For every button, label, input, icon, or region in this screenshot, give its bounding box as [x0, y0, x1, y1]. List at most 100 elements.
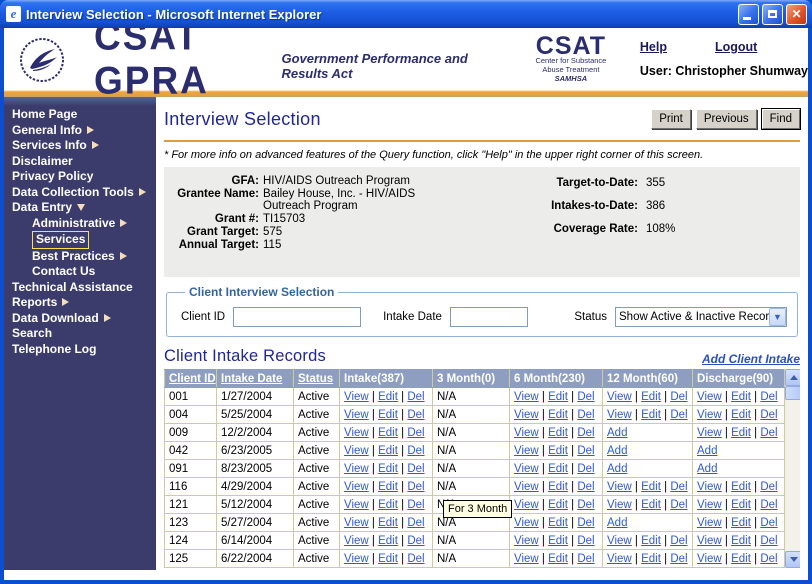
del-link[interactable]: Del — [407, 481, 424, 493]
del-link[interactable]: Del — [577, 445, 594, 457]
column-header-client-id[interactable]: Client ID — [164, 369, 217, 388]
del-link[interactable]: Del — [577, 391, 594, 403]
chevron-down-icon[interactable]: ▼ — [769, 308, 786, 326]
view-link[interactable]: View — [344, 553, 369, 565]
sidebar-item-general-info[interactable]: General Info — [4, 123, 156, 139]
del-link[interactable]: Del — [760, 427, 777, 439]
table-scrollbar[interactable] — [785, 369, 800, 568]
sidebar-item-search[interactable]: Search — [4, 326, 156, 342]
close-button[interactable]: ✕ — [786, 3, 807, 25]
view-link[interactable]: View — [697, 553, 722, 565]
maximize-button[interactable] — [762, 3, 783, 25]
sidebar-item-technical-assistance[interactable]: Technical Assistance — [4, 280, 156, 296]
del-link[interactable]: Del — [577, 481, 594, 493]
intake-date-input[interactable] — [449, 307, 528, 327]
add-link[interactable]: Add — [607, 517, 627, 529]
view-link[interactable]: View — [607, 391, 632, 403]
edit-link[interactable]: Edit — [548, 499, 568, 511]
sidebar-item-home-page[interactable]: Home Page — [4, 107, 156, 123]
del-link[interactable]: Del — [407, 427, 424, 439]
del-link[interactable]: Del — [407, 409, 424, 421]
edit-link[interactable]: Edit — [731, 517, 751, 529]
view-link[interactable]: View — [514, 553, 539, 565]
edit-link[interactable]: Edit — [641, 535, 661, 547]
sidebar-item-privacy-policy[interactable]: Privacy Policy — [4, 169, 156, 185]
view-link[interactable]: View — [607, 481, 632, 493]
del-link[interactable]: Del — [577, 553, 594, 565]
edit-link[interactable]: Edit — [378, 481, 398, 493]
edit-link[interactable]: Edit — [731, 535, 751, 547]
edit-link[interactable]: Edit — [378, 535, 398, 547]
edit-link[interactable]: Edit — [378, 553, 398, 565]
del-link[interactable]: Del — [577, 517, 594, 529]
view-link[interactable]: View — [344, 481, 369, 493]
column-header-intake-date[interactable]: Intake Date — [216, 369, 294, 388]
edit-link[interactable]: Edit — [378, 445, 398, 457]
status-select[interactable]: Show Active & Inactive Records ▼ — [615, 307, 787, 327]
edit-link[interactable]: Edit — [641, 409, 661, 421]
view-link[interactable]: View — [697, 409, 722, 421]
scroll-down-button[interactable] — [785, 551, 800, 568]
help-link[interactable]: Help — [640, 40, 667, 54]
view-link[interactable]: View — [344, 499, 369, 511]
edit-link[interactable]: Edit — [731, 427, 751, 439]
logout-link[interactable]: Logout — [715, 40, 757, 54]
del-link[interactable]: Del — [577, 499, 594, 511]
del-link[interactable]: Del — [407, 445, 424, 457]
del-link[interactable]: Del — [760, 535, 777, 547]
del-link[interactable]: Del — [760, 553, 777, 565]
sidebar-item-services-info[interactable]: Services Info — [4, 138, 156, 154]
sidebar-item-telephone-log[interactable]: Telephone Log — [4, 342, 156, 358]
view-link[interactable]: View — [514, 481, 539, 493]
view-link[interactable]: View — [344, 463, 369, 475]
view-link[interactable]: View — [607, 535, 632, 547]
edit-link[interactable]: Edit — [548, 517, 568, 529]
sidebar-item-services[interactable]: Services — [4, 231, 156, 249]
edit-link[interactable]: Edit — [731, 481, 751, 493]
del-link[interactable]: Del — [670, 391, 687, 403]
view-link[interactable]: View — [344, 535, 369, 547]
view-link[interactable]: View — [514, 391, 539, 403]
del-link[interactable]: Del — [407, 535, 424, 547]
del-link[interactable]: Del — [577, 463, 594, 475]
client-id-input[interactable] — [233, 307, 362, 327]
view-link[interactable]: View — [697, 499, 722, 511]
window-titlebar[interactable]: e Interview Selection - Microsoft Intern… — [0, 0, 812, 28]
del-link[interactable]: Del — [577, 427, 594, 439]
edit-link[interactable]: Edit — [731, 553, 751, 565]
del-link[interactable]: Del — [407, 553, 424, 565]
view-link[interactable]: View — [344, 445, 369, 457]
column-header-status[interactable]: Status — [293, 369, 340, 388]
sidebar-item-disclaimer[interactable]: Disclaimer — [4, 154, 156, 170]
del-link[interactable]: Del — [407, 391, 424, 403]
view-link[interactable]: View — [697, 391, 722, 403]
edit-link[interactable]: Edit — [548, 391, 568, 403]
view-link[interactable]: View — [514, 517, 539, 529]
edit-link[interactable]: Edit — [641, 499, 661, 511]
del-link[interactable]: Del — [760, 481, 777, 493]
view-link[interactable]: View — [697, 535, 722, 547]
edit-link[interactable]: Edit — [731, 499, 751, 511]
del-link[interactable]: Del — [670, 499, 687, 511]
edit-link[interactable]: Edit — [378, 427, 398, 439]
edit-link[interactable]: Edit — [378, 463, 398, 475]
edit-link[interactable]: Edit — [548, 481, 568, 493]
view-link[interactable]: View — [514, 427, 539, 439]
add-link[interactable]: Add — [607, 463, 627, 475]
edit-link[interactable]: Edit — [548, 409, 568, 421]
del-link[interactable]: Del — [407, 463, 424, 475]
edit-link[interactable]: Edit — [378, 517, 398, 529]
view-link[interactable]: View — [514, 445, 539, 457]
sidebar-item-administrative[interactable]: Administrative — [4, 216, 156, 232]
minimize-button[interactable] — [738, 3, 759, 25]
sidebar-item-contact-us[interactable]: Contact Us — [4, 264, 156, 280]
add-link[interactable]: Add — [607, 427, 627, 439]
edit-link[interactable]: Edit — [378, 499, 398, 511]
add-client-intake-link[interactable]: Add Client Intake — [702, 352, 800, 366]
view-link[interactable]: View — [697, 481, 722, 493]
del-link[interactable]: Del — [577, 535, 594, 547]
view-link[interactable]: View — [607, 553, 632, 565]
edit-link[interactable]: Edit — [641, 481, 661, 493]
del-link[interactable]: Del — [760, 391, 777, 403]
sidebar-item-best-practices[interactable]: Best Practices — [4, 249, 156, 265]
